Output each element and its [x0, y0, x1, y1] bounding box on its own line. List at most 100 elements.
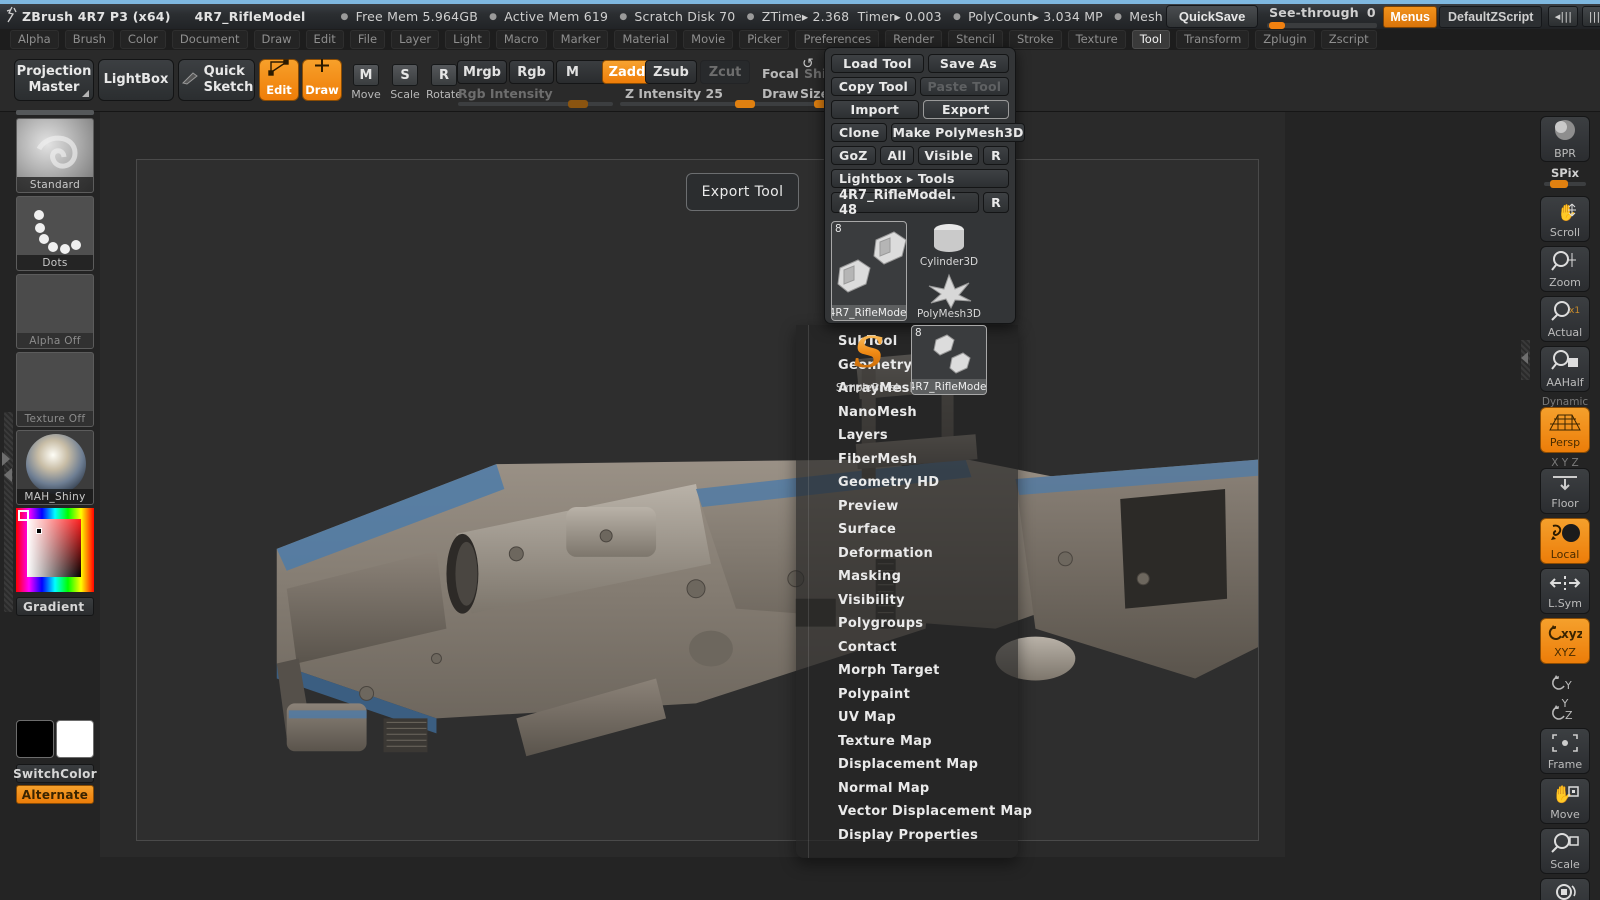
right-button-floor[interactable]: Floor [1540, 468, 1590, 514]
secondary-color-swatch[interactable] [56, 720, 94, 758]
quicksave-button[interactable]: QuickSave [1165, 5, 1259, 28]
export-button[interactable]: Export [922, 100, 1010, 119]
move-button[interactable]: M Move [346, 55, 386, 101]
right-button-zoom[interactable]: Zoom [1540, 246, 1590, 292]
scroll-left-icon[interactable]: ◂||| [1548, 6, 1579, 27]
submenu-item-displacement-map[interactable]: Displacement Map [838, 757, 978, 772]
menu-item-file[interactable]: File [349, 30, 386, 49]
right-button-bpr[interactable]: BPR [1540, 116, 1590, 162]
rgb-button[interactable]: Rgb [509, 60, 554, 84]
right-button-scroll[interactable]: ✋ Scroll [1540, 196, 1590, 242]
gradient-button[interactable]: Gradient [16, 597, 94, 616]
submenu-item-nanomesh[interactable]: NanoMesh [838, 405, 917, 420]
submenu-item-polypaint[interactable]: Polypaint [838, 687, 910, 702]
left-sidebar-handle[interactable] [16, 110, 94, 115]
menu-item-zscript[interactable]: Zscript [1320, 30, 1377, 49]
submenu-item-deformation[interactable]: Deformation [838, 546, 933, 561]
see-through-knob[interactable] [1269, 22, 1286, 29]
menu-item-edit[interactable]: Edit [305, 30, 344, 49]
zcut-button[interactable]: Zcut [700, 60, 750, 84]
submenu-item-uv-map[interactable]: UV Map [838, 710, 896, 725]
tray-expand-right-icon[interactable] [2, 452, 10, 466]
menu-item-texture[interactable]: Texture [1067, 30, 1126, 49]
save-as-button[interactable]: Save As [927, 54, 1010, 73]
menu-item-layer[interactable]: Layer [391, 30, 440, 49]
right-button-move[interactable]: ✋ Move [1540, 778, 1590, 824]
submenu-item-normal-map[interactable]: Normal Map [838, 781, 930, 796]
import-button[interactable]: Import [831, 100, 919, 119]
z-intensity-slider[interactable] [620, 100, 770, 108]
edit-button[interactable]: Edit [259, 59, 299, 101]
alternate-button[interactable]: Alternate [16, 785, 94, 804]
menu-item-marker[interactable]: Marker [552, 30, 609, 49]
document-canvas[interactable] [136, 159, 1259, 841]
clone-button[interactable]: Clone [831, 123, 888, 142]
submenu-item-preview[interactable]: Preview [838, 499, 899, 514]
goz-visible-button[interactable]: Visible [918, 146, 980, 165]
menu-item-color[interactable]: Color [119, 30, 166, 49]
right-button-actual[interactable]: x1 Actual [1540, 296, 1590, 342]
lightbox-tools-button[interactable]: Lightbox ▸ Tools [831, 169, 1009, 188]
menu-item-material[interactable]: Material [614, 30, 678, 49]
menu-item-alpha[interactable]: Alpha [10, 30, 59, 49]
submenu-item-surface[interactable]: Surface [838, 522, 896, 537]
draw-size-slider[interactable] [762, 100, 834, 108]
submenu-item-texture-map[interactable]: Texture Map [838, 734, 932, 749]
zsub-button[interactable]: Zsub [645, 60, 697, 84]
rifle-model-3d-viewport[interactable] [137, 160, 1258, 840]
current-brush-thumb[interactable]: Standard [16, 118, 94, 193]
quick-sketch-button[interactable]: Quick Sketch [178, 59, 255, 101]
menu-item-zplugin[interactable]: Zplugin [1255, 30, 1315, 49]
menu-item-document[interactable]: Document [171, 30, 248, 49]
right-button-scale[interactable]: Scale [1540, 828, 1590, 874]
right-button-aahalf[interactable]: AAHalf [1540, 346, 1590, 392]
submenu-item-visibility[interactable]: Visibility [838, 593, 905, 608]
right-button-rotate[interactable]: Rotate [1540, 878, 1590, 900]
current-tool-name[interactable]: 4R7_RifleModel. 48 [831, 188, 980, 218]
tool-thumb-polymesh3d[interactable]: PolyMesh3D [911, 273, 987, 321]
rgb-intensity-slider[interactable] [458, 100, 613, 108]
tool-thumb-simplebrush[interactable]: S SimpleBrush [831, 325, 907, 395]
menu-item-brush[interactable]: Brush [64, 30, 114, 49]
copy-tool-button[interactable]: Copy Tool [831, 77, 916, 96]
submenu-item-polygroups[interactable]: Polygroups [838, 616, 923, 631]
left-tray-grip[interactable] [4, 412, 13, 612]
right-button-l-sym[interactable]: L.Sym [1540, 568, 1590, 614]
current-stroke-thumb[interactable]: Dots [16, 196, 94, 271]
undo-history-icon[interactable]: ↺ [802, 56, 814, 72]
right-button-persp[interactable]: Persp [1540, 407, 1590, 453]
scale-button[interactable]: S Scale [385, 55, 425, 101]
menu-item-picker[interactable]: Picker [739, 30, 790, 49]
submenu-item-layers[interactable]: Layers [838, 428, 888, 443]
make-polymesh3d-button[interactable]: Make PolyMesh3D [891, 123, 1025, 142]
load-tool-button[interactable]: Load Tool [831, 54, 924, 73]
current-texture-thumb[interactable]: Texture Off [16, 352, 94, 427]
current-tool-r-button[interactable]: R [983, 192, 1009, 213]
mrgb-button[interactable]: Mrgb [457, 60, 507, 84]
color-picker[interactable] [16, 508, 94, 592]
submenu-item-morph-target[interactable]: Morph Target [838, 663, 940, 678]
right-tray-collapse-icon[interactable] [1521, 352, 1528, 364]
spix-slider[interactable] [1544, 180, 1586, 188]
projection-master-button[interactable]: Projection Master [14, 59, 94, 101]
current-alpha-thumb[interactable]: Alpha Off [16, 274, 94, 349]
canvas-area[interactable]: : 1,600 52,046 [100, 75, 1285, 857]
right-button-local[interactable]: Local [1540, 518, 1590, 564]
primary-color-swatch[interactable] [16, 720, 54, 758]
draw-button[interactable]: Draw [302, 59, 342, 101]
current-material-thumb[interactable]: MAH_Shiny [16, 430, 94, 505]
menu-item-draw[interactable]: Draw [253, 30, 300, 49]
submenu-item-masking[interactable]: Masking [838, 569, 901, 584]
menu-item-stroke[interactable]: Stroke [1008, 30, 1062, 49]
tool-thumb-rifle-small[interactable]: 8 4R7_RifleModel [911, 325, 987, 395]
submenu-item-fibermesh[interactable]: FiberMesh [838, 452, 917, 467]
rgb-intensity-knob[interactable] [568, 100, 588, 108]
goz-button[interactable]: GoZ [831, 146, 876, 165]
scroll-right-icon[interactable]: |||▸ [1582, 6, 1600, 27]
switch-color-button[interactable]: SwitchColor [13, 764, 97, 783]
submenu-item-contact[interactable]: Contact [838, 640, 897, 655]
paste-tool-button[interactable]: Paste Tool [919, 77, 1009, 96]
menu-item-movie[interactable]: Movie [683, 30, 734, 49]
menu-item-tool[interactable]: Tool [1131, 30, 1171, 49]
spix-knob[interactable] [1550, 180, 1568, 188]
